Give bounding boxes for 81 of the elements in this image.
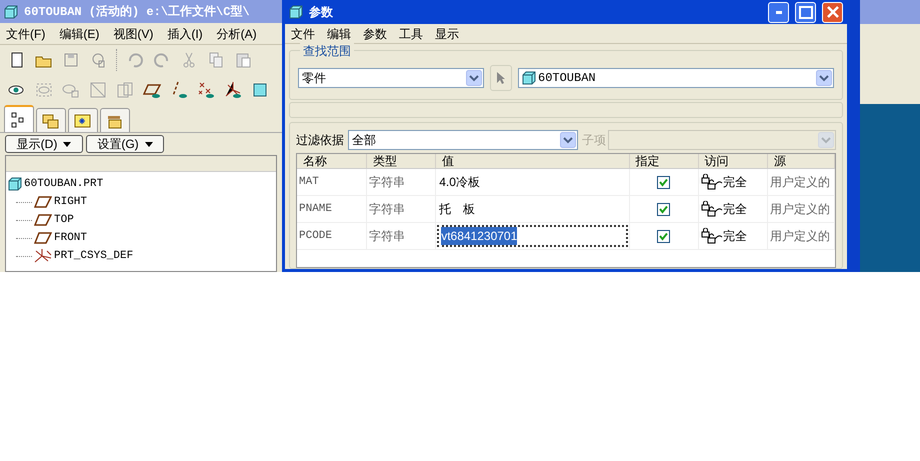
csys-display-icon[interactable] <box>224 81 242 99</box>
minimize-icon <box>776 10 782 14</box>
cursor-arrow-icon <box>496 71 506 85</box>
select-button[interactable] <box>490 65 512 91</box>
parameter-name[interactable]: PNAME <box>299 200 332 218</box>
menu-item[interactable]: 文件(F) <box>6 24 46 42</box>
column-header[interactable]: 类型 <box>367 154 436 168</box>
part-icon <box>8 177 22 191</box>
menu-item[interactable]: 显示 <box>435 24 459 42</box>
access-text: 完全 <box>722 201 747 218</box>
minimize-button[interactable] <box>768 2 789 22</box>
caret-icon <box>144 142 153 146</box>
plane-icon <box>34 232 52 244</box>
parameter-type: 字符串 <box>369 228 406 245</box>
column-header[interactable]: 源 <box>768 154 836 168</box>
csys-icon <box>34 249 52 263</box>
tools-tab[interactable] <box>100 108 130 132</box>
lock-icon <box>700 201 723 217</box>
feature-name[interactable]: PRT_CSYS_DEF <box>54 248 134 264</box>
caret-icon <box>63 142 72 146</box>
lock-icon <box>700 228 723 244</box>
part-icon[interactable] <box>251 81 269 99</box>
tree-tab[interactable] <box>4 105 34 132</box>
parameter-type: 字符串 <box>369 174 406 191</box>
menu-item[interactable]: 视图(V) <box>113 24 154 42</box>
column-header[interactable]: 名称 <box>297 154 368 168</box>
parameter-name[interactable]: MAT <box>299 174 319 190</box>
filter-select[interactable]: 全部 <box>348 130 578 150</box>
group-label: 查找范围 <box>300 42 354 60</box>
object-select[interactable]: 60TOUBAN <box>518 68 834 88</box>
menu-item[interactable]: 插入(I) <box>167 24 203 42</box>
maximize-button[interactable] <box>795 2 816 22</box>
parameter-name[interactable]: PCODE <box>299 228 332 244</box>
subitem-label: 子项 <box>582 132 606 149</box>
point-display-icon[interactable] <box>197 81 215 99</box>
window-icon <box>289 5 303 19</box>
type-select[interactable]: 零件 <box>298 68 484 88</box>
plane-icon <box>34 214 52 226</box>
maximize-icon <box>798 6 812 18</box>
plane-icon <box>34 196 52 208</box>
menu-item[interactable]: 参数 <box>363 24 387 42</box>
designated-checkbox[interactable] <box>657 176 670 188</box>
folder-tab[interactable] <box>36 108 66 132</box>
access-text: 完全 <box>722 174 747 191</box>
column-header[interactable]: 值 <box>436 154 630 168</box>
designated-checkbox[interactable] <box>657 202 670 216</box>
menu-item[interactable]: 编辑 <box>327 24 351 42</box>
parameter-type: 字符串 <box>369 201 406 218</box>
folders-icon <box>42 112 60 130</box>
favorites-tab[interactable] <box>68 108 98 132</box>
menu-item[interactable]: 编辑(E) <box>59 24 100 42</box>
part-name[interactable]: 60TOUBAN.PRT <box>24 176 104 192</box>
axis-display-icon[interactable] <box>170 81 188 99</box>
value-field[interactable]: 托 板 <box>437 198 628 220</box>
filter-label: 过滤依据 <box>296 132 344 149</box>
window-title: 60TOUBAN (活动的) e:\工作文件\C型\ <box>24 4 250 20</box>
lock-icon <box>700 174 723 190</box>
feature-name[interactable]: FRONT <box>54 230 88 246</box>
close-icon <box>826 6 838 18</box>
value-field[interactable]: 4.0冷板 <box>437 171 628 193</box>
source-text: 用户定义的 <box>770 201 830 218</box>
part-icon <box>522 71 536 85</box>
designated-checkbox[interactable] <box>657 230 670 242</box>
menu-item[interactable]: 分析(A) <box>216 24 257 42</box>
access-text: 完全 <box>722 228 747 245</box>
close-button[interactable] <box>822 2 843 22</box>
dropdown-button[interactable]: 设置(G) <box>86 135 164 153</box>
background-titlebar <box>860 0 920 24</box>
source-text: 用户定义的 <box>770 174 830 191</box>
value-field[interactable]: vt6841230701 <box>437 225 628 247</box>
source-text: 用户定义的 <box>770 228 830 245</box>
menu-item[interactable]: 文件 <box>291 24 315 42</box>
feature-name[interactable]: RIGHT <box>54 194 88 210</box>
window-icon <box>4 4 18 18</box>
window-title: 参数 <box>309 4 334 21</box>
menu-item[interactable]: 工具 <box>399 24 423 42</box>
column-header[interactable]: 指定 <box>630 154 699 168</box>
star-folder-icon <box>74 112 92 130</box>
feature-name[interactable]: TOP <box>54 212 74 228</box>
dropdown-button[interactable]: 显示(D) <box>5 135 83 153</box>
column-header[interactable]: 访问 <box>698 154 768 168</box>
